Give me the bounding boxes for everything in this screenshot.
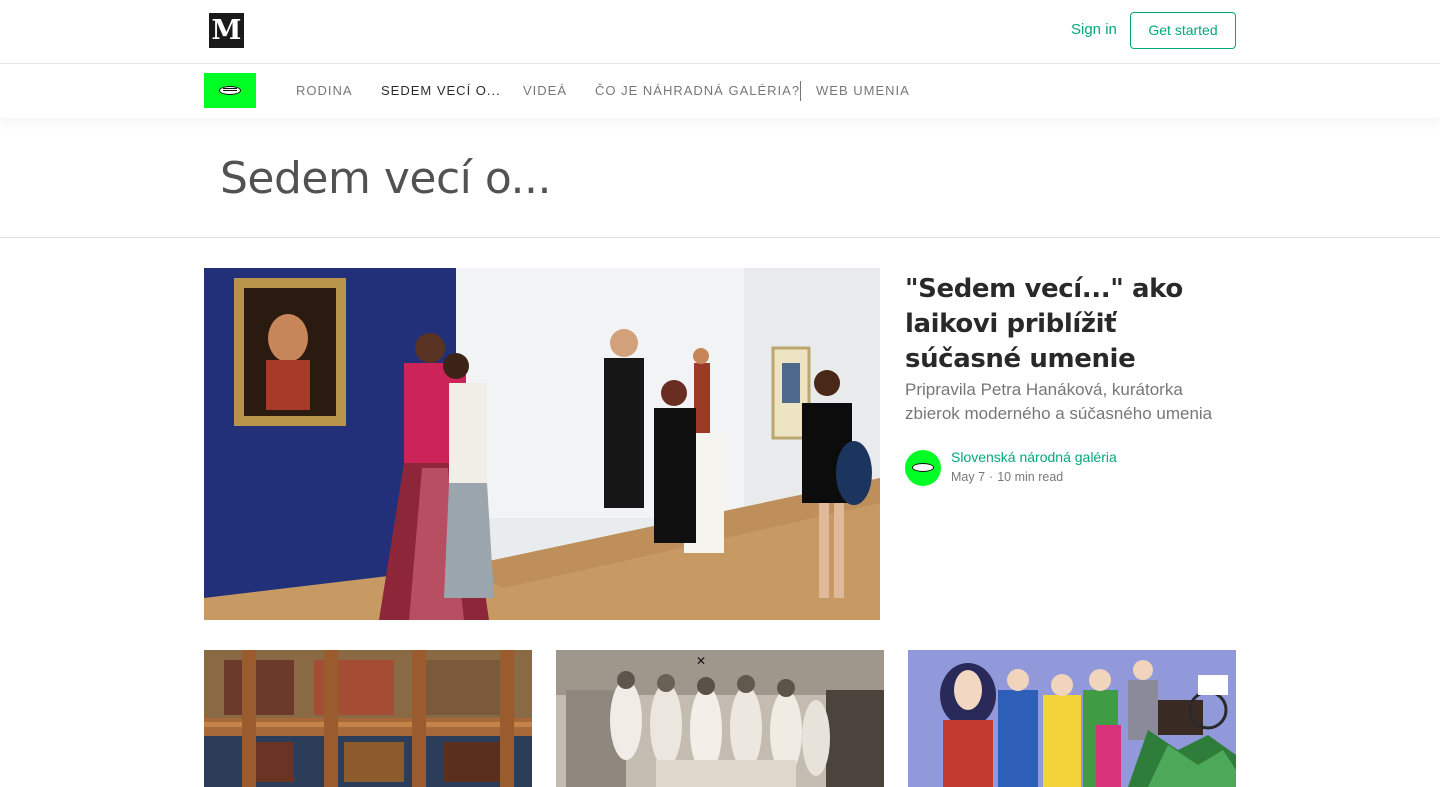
story-meta: May 7 · 10 min read [951, 469, 1063, 485]
section-title: Sedem vecí o... [220, 153, 551, 204]
author-avatar-icon [912, 463, 934, 472]
folk-painting-image [908, 650, 1236, 787]
featured-story-title[interactable]: "Sedem vecí..." ako laikovi priblížiť sú… [905, 272, 1205, 377]
read-time: 10 min read [997, 470, 1064, 484]
gallery-visitors-image [204, 268, 880, 620]
nav-item-nahradna-galeria[interactable]: ČO JE NÁHRADNÁ GALÉRIA? [595, 83, 800, 99]
nav-item-sedem-veci[interactable]: SEDEM VECÍ O... [381, 83, 501, 99]
nav-item-rodina[interactable]: RODINA [296, 83, 353, 99]
author-avatar[interactable] [905, 450, 941, 486]
medium-logo[interactable]: M [209, 13, 244, 48]
top-bar: M Sign in Get started [0, 0, 1440, 64]
story-card-3-image[interactable] [908, 650, 1236, 787]
story-card-2-image[interactable]: ✕ [556, 650, 884, 787]
author-name-link[interactable]: Slovenská národná galéria [951, 448, 1117, 466]
nav-item-videa[interactable]: VIDEÁ [523, 83, 567, 99]
meta-separator: · [989, 470, 994, 484]
section-header: Sedem vecí o... [0, 118, 1440, 238]
publication-nav: RODINA SEDEM VECÍ O... VIDEÁ ČO JE NÁHRA… [0, 64, 1440, 118]
publication-logo-icon [219, 86, 241, 95]
nav-divider [800, 81, 801, 101]
sign-in-link[interactable]: Sign in [1071, 20, 1117, 40]
publication-logo[interactable] [204, 73, 256, 108]
featured-story-subtitle: Pripravila Petra Hanáková, kurátorka zbi… [905, 380, 1213, 423]
nav-item-web-umenia[interactable]: WEB UMENIA [816, 83, 910, 99]
featured-story-image[interactable] [204, 268, 880, 620]
story-card-1-image[interactable] [204, 650, 532, 787]
svg-text:✕: ✕ [696, 654, 706, 668]
get-started-button[interactable]: Get started [1130, 12, 1236, 49]
historic-nurses-image: ✕ [556, 650, 884, 787]
painted-ceiling-image [204, 650, 532, 787]
story-date: May 7 [951, 470, 986, 484]
